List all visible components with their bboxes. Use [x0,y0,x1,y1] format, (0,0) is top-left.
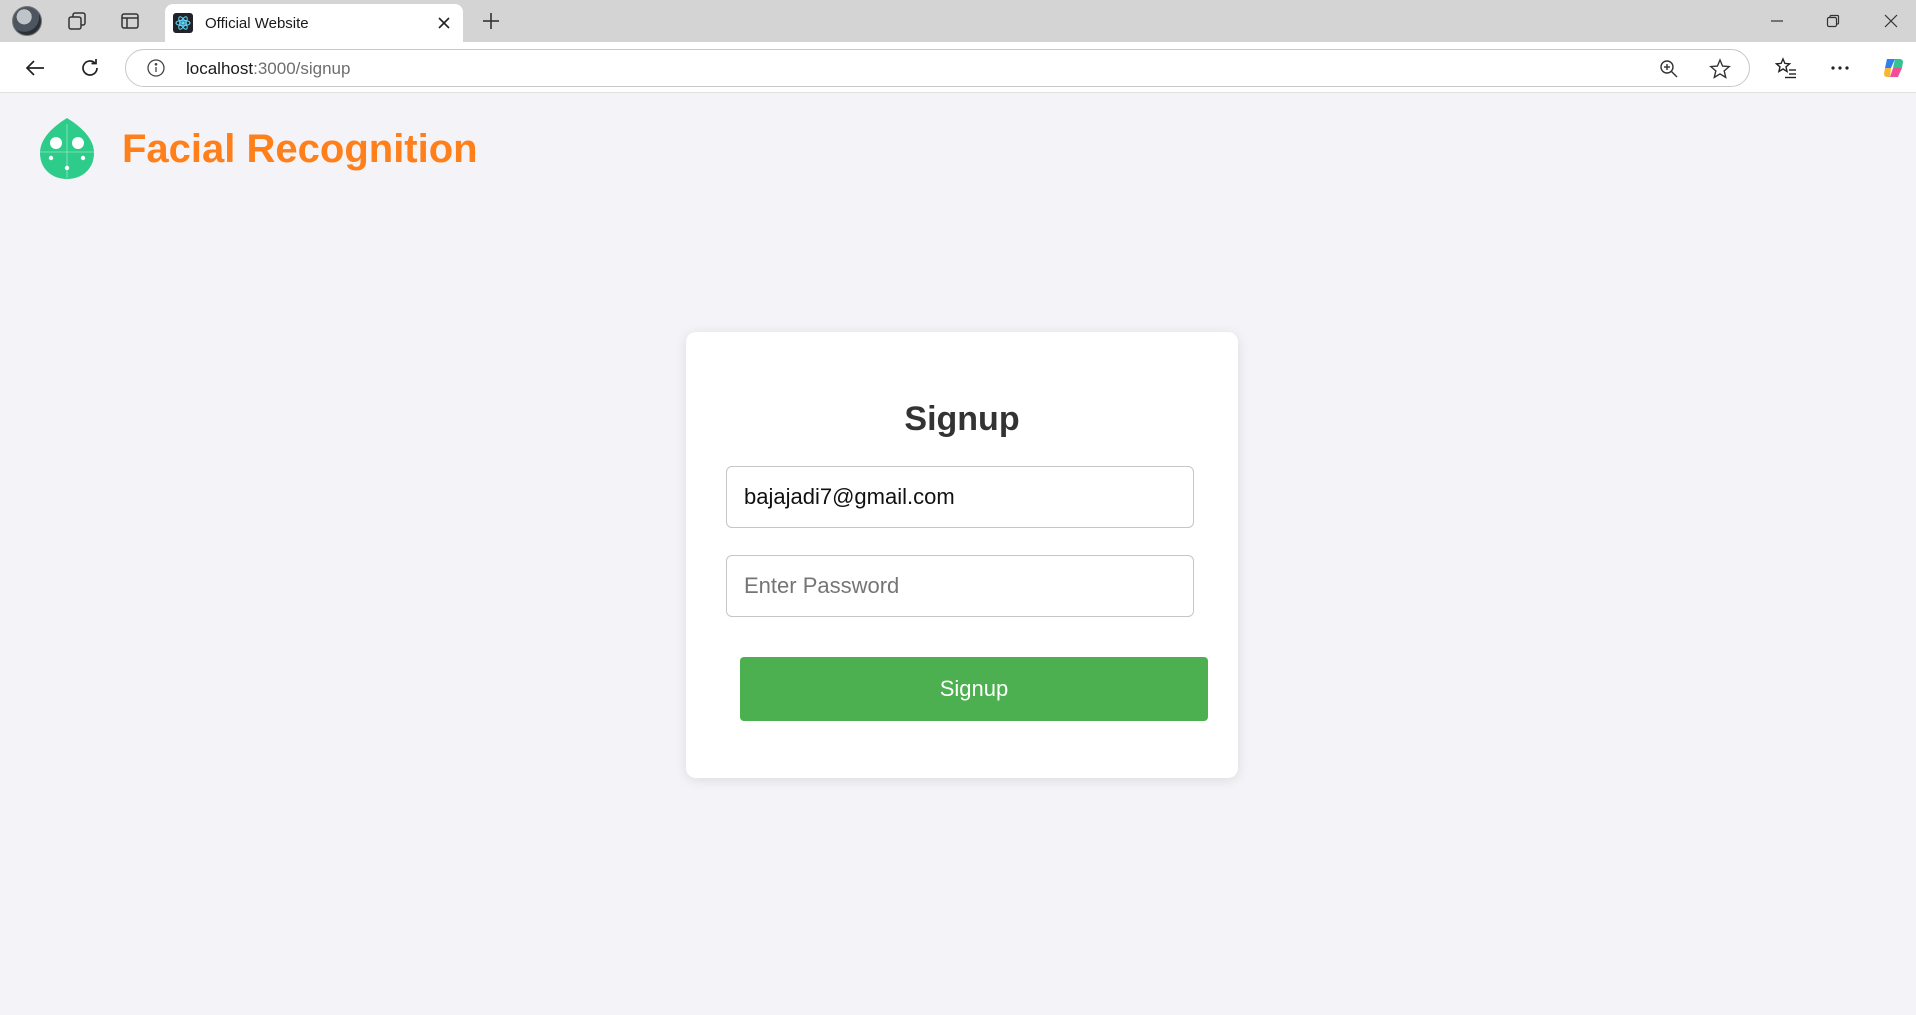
signup-heading: Signup [904,400,1020,438]
page-body: Facial Recognition Signup Signup [4,93,1916,1015]
more-options-icon[interactable] [1824,52,1856,84]
favorites-list-icon[interactable] [1770,52,1802,84]
favorite-star-icon[interactable] [1707,56,1733,82]
profile-avatar[interactable] [12,6,42,36]
tab-title: Official Website [205,15,309,32]
browser-tab-bar: Official Website [0,0,1916,42]
face-logo-icon [38,116,96,181]
copilot-icon[interactable] [1878,52,1910,84]
tab-close-icon[interactable] [433,12,455,34]
email-input[interactable] [726,466,1194,528]
workspaces-icon[interactable] [63,7,91,35]
site-info-icon[interactable] [146,58,166,78]
restore-icon[interactable] [1810,7,1856,35]
refresh-icon[interactable] [74,52,106,84]
brand-title: Facial Recognition [122,127,478,171]
url-path: :3000/signup [253,59,351,78]
signup-button[interactable]: Signup [740,657,1208,721]
address-toolbar: localhost:3000/signup [0,42,1916,93]
zoom-icon[interactable] [1656,56,1682,82]
react-favicon-icon [173,13,193,33]
signup-card: Signup Signup [686,332,1238,778]
new-tab-icon[interactable] [477,7,505,35]
minimize-icon[interactable] [1754,7,1800,35]
close-window-icon[interactable] [1868,7,1914,35]
active-tab[interactable]: Official Website [165,4,463,42]
vertical-tabs-icon[interactable] [116,7,144,35]
password-input[interactable] [726,555,1194,617]
url-host: localhost [186,59,254,78]
url-text[interactable]: localhost:3000/signup [186,59,350,79]
address-bar[interactable]: localhost:3000/signup [125,49,1750,87]
back-arrow-icon[interactable] [19,52,51,84]
